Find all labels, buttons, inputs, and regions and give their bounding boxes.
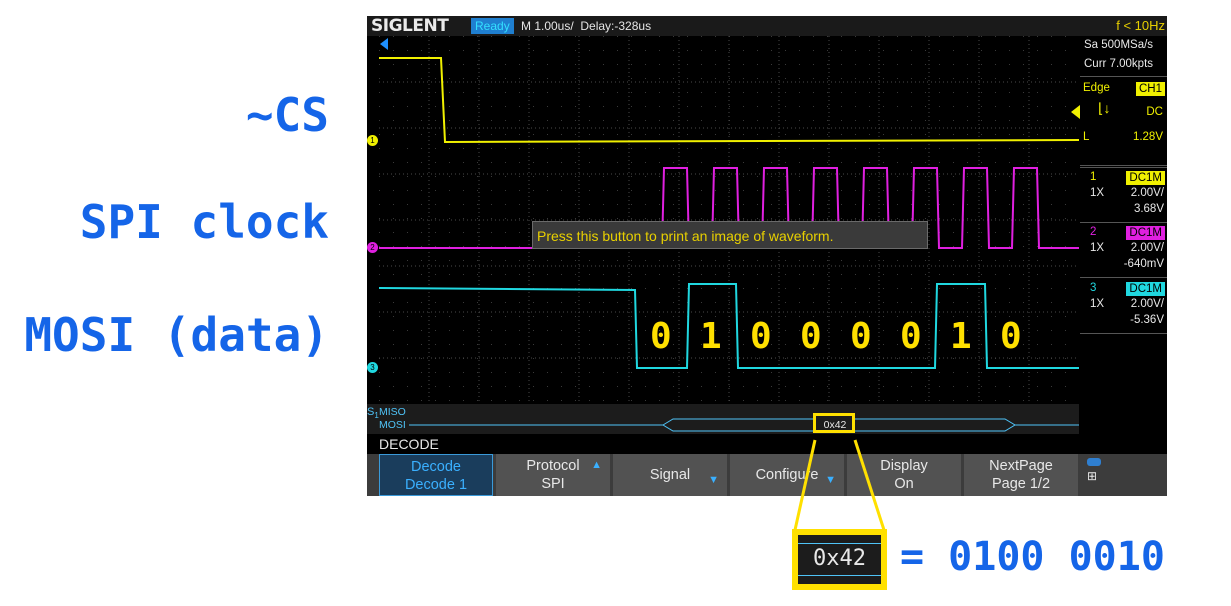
ch2-coupling: DC1M [1126,226,1165,240]
mosi-annotation: MOSI (data) [24,308,329,362]
trigger-frequency: f < 10Hz [1116,18,1165,33]
trigger-level: 1.28V [1132,131,1163,143]
sample-rate: Sa 500MSa/s [1084,39,1154,51]
ch3-number: 3 [1090,282,1097,294]
ch1-coupling: DC1M [1126,171,1165,185]
ch2-info[interactable]: 2 DC1M 1X 2.00V/ -640mV [1080,223,1167,278]
arrow-down-icon: ▼ [825,474,836,486]
acquisition-info: Sa 500MSa/s Curr 7.00kpts [1080,36,1167,77]
ch1-marker[interactable]: 1 [367,135,378,146]
configure-button[interactable]: Configure ▼ [730,454,844,496]
next-page-button[interactable]: NextPage Page 1/2 [964,454,1078,496]
zoom-line-top [798,543,881,544]
ch2-scale: 2.00V/ [1130,242,1164,254]
ch3-scale: 2.00V/ [1130,298,1164,310]
bit-3: 0 [800,316,822,357]
spi-clock-annotation: SPI clock [79,195,329,249]
zoom-value: 0x42 [813,546,866,571]
ch2-probe: 1X [1090,242,1105,254]
bit-4: 0 [850,316,872,357]
signal-button[interactable]: Signal ▼ [613,454,727,496]
arrow-up-icon: ▲ [591,459,602,471]
trigger-type: Edge [1083,82,1110,94]
memory-depth: Curr 7.00kpts [1084,58,1154,70]
ch3-coupling: DC1M [1126,282,1165,296]
menu-title: DECODE [379,436,439,452]
ch1-offset: 3.68V [1133,203,1164,215]
display-button[interactable]: Display On [847,454,961,496]
oscilloscope-screen: SIGLENT Ready M 1.00us/ Delay:-328us f <… [367,16,1167,496]
zoom-line-bottom [798,575,881,576]
falling-edge-icon: ⌊↓ [1098,100,1111,116]
cs-annotation: ~CS [245,88,329,142]
ch1-number: 1 [1090,171,1097,183]
brand-logo: SIGLENT [371,16,449,36]
delay-value: Delay:-328us [580,19,652,33]
ch3-info[interactable]: 3 DC1M 1X 2.00V/ -5.36V [1080,279,1167,334]
ch1-info[interactable]: 1 DC1M 1X 2.00V/ 3.68V [1080,167,1167,223]
timebase-value: M 1.00us/ [521,19,574,33]
bit-2: 0 [750,316,772,357]
bus-decode-strip: S1 MISO MOSI 0x42 [367,404,1079,434]
zoom-inner: 0x42 [798,535,881,584]
ch3-offset: -5.36V [1130,314,1164,326]
trigger-level-label: L [1083,131,1090,143]
run-status-badge: Ready [471,18,514,34]
ch3-probe: 1X [1090,298,1105,310]
trigger-level-marker[interactable] [1071,105,1080,119]
usb-network-icon: ⊞ [1087,458,1105,492]
waveform-grid [379,36,1079,404]
ch2-marker[interactable]: 2 [367,242,378,253]
bus-decode-lane [409,418,1079,432]
bit-0: 0 [650,316,672,357]
bit-7: 0 [1000,316,1022,357]
decode-button[interactable]: Decode Decode 1 [379,454,493,496]
trigger-source-badge: CH1 [1135,82,1165,96]
trigger-position-marker[interactable] [380,38,388,50]
timebase-readout: M 1.00us/ Delay:-328us [521,18,651,34]
trigger-coupling: DC [1146,106,1163,118]
ch3-marker[interactable]: 3 [367,362,378,373]
print-tooltip: Press this button to print an image of w… [532,221,928,249]
bit-5: 0 [900,316,922,357]
ch2-number: 2 [1090,226,1097,238]
status-bar: SIGLENT Ready M 1.00us/ Delay:-328us f <… [367,16,1167,36]
arrow-down-icon: ▼ [708,474,719,486]
protocol-button[interactable]: Protocol SPI ▲ [496,454,610,496]
info-panel: Sa 500MSa/s Curr 7.00kpts Edge CH1 ⌊↓ DC… [1080,36,1167,406]
trigger-info[interactable]: Edge CH1 ⌊↓ DC L 1.28V [1080,77,1167,166]
bit-1: 1 [700,316,722,357]
bit-6: 1 [950,316,972,357]
zoom-box: 0x42 [792,529,887,590]
ch2-offset: -640mV [1123,258,1164,270]
equation-annotation: = 0100 0010 [900,534,1165,580]
soft-key-menu: Decode Decode 1 Protocol SPI ▲ Signal ▼ … [367,454,1167,496]
ch1-probe: 1X [1090,187,1105,199]
ch1-scale: 2.00V/ [1130,187,1164,199]
bus-value-highlight [813,413,855,433]
